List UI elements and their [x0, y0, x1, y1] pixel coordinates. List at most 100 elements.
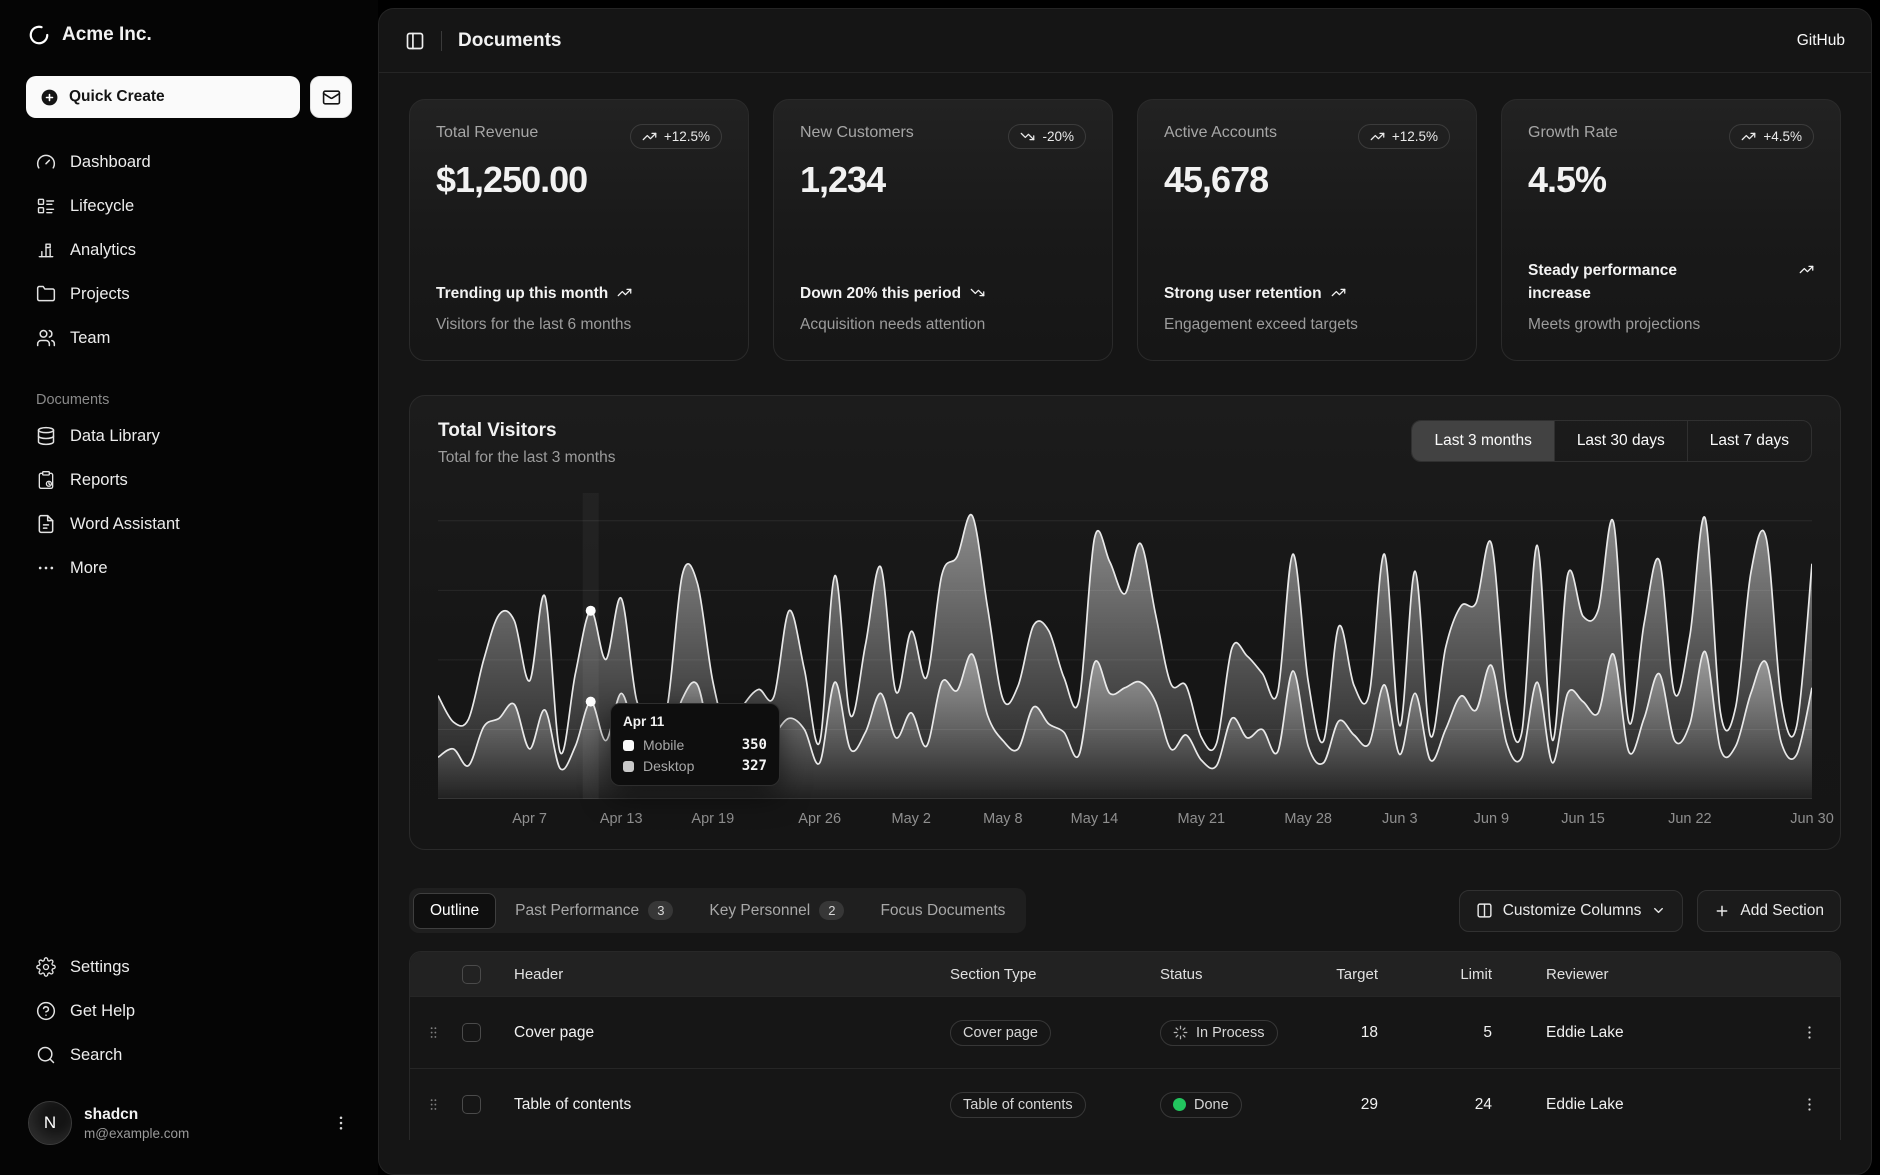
sidebar-item-lifecycle[interactable]: Lifecycle: [26, 184, 352, 228]
sidebar-item-datalib[interactable]: Data Library: [26, 414, 352, 458]
col-status: Status: [1134, 966, 1334, 983]
row-header[interactable]: Table of contents: [500, 1096, 924, 1114]
row-target[interactable]: 18: [1334, 1024, 1430, 1042]
gear-icon: [36, 957, 56, 977]
sidebar-item-label: Projects: [70, 285, 130, 304]
page-title: Documents: [458, 30, 561, 52]
chart-tooltip: Apr 11 Mobile 350 Desktop 327: [610, 703, 780, 786]
github-link[interactable]: GitHub: [1797, 32, 1845, 50]
sidebar-item-label: Search: [70, 1046, 122, 1065]
tab-past-performance[interactable]: Past Performance3: [498, 892, 690, 929]
x-tick: Jun 15: [1561, 811, 1605, 827]
drag-handle[interactable]: [410, 1025, 456, 1040]
metric-label: New Customers: [800, 124, 914, 142]
user-menu-kebab-icon[interactable]: [332, 1114, 350, 1132]
sidebar: Acme Inc. Quick Create Dashboard Lifecyc…: [0, 0, 378, 1175]
row-header[interactable]: Cover page: [500, 1024, 924, 1042]
sidebar-item-label: Settings: [70, 958, 130, 977]
status-badge: In Process: [1160, 1020, 1278, 1046]
add-section-button[interactable]: Add Section: [1697, 890, 1841, 932]
x-tick: Jun 9: [1474, 811, 1509, 827]
metric-footer-line2: Visitors for the last 6 months: [436, 314, 722, 336]
sidebar-item-reports[interactable]: Reports: [26, 458, 352, 502]
x-tick: May 2: [892, 811, 932, 827]
sidebar-item-search[interactable]: Search: [26, 1033, 352, 1077]
sidebar-nav-main: Dashboard Lifecycle Analytics Projects T…: [26, 140, 352, 360]
tab-focus-documents[interactable]: Focus Documents: [863, 893, 1022, 929]
desktop-swatch: [623, 761, 634, 772]
select-all-checkbox[interactable]: [462, 965, 481, 984]
x-tick: Jun 3: [1382, 811, 1417, 827]
chart-card: Total Visitors Total for the last 3 mont…: [409, 395, 1841, 850]
bar-chart-icon: [36, 240, 56, 260]
sections-table: Header Section Type Status Target Limit …: [409, 951, 1841, 1140]
metric-value: $1,250.00: [436, 159, 722, 201]
x-tick: Apr 13: [600, 811, 643, 827]
metric-footer-line1: Trending up this month: [436, 283, 722, 305]
trending-up-icon: [642, 129, 657, 144]
row-limit[interactable]: 24: [1430, 1096, 1542, 1114]
x-tick: May 14: [1071, 811, 1119, 827]
sidebar-item-dashboard[interactable]: Dashboard: [26, 140, 352, 184]
user-menu[interactable]: N shadcn m@example.com: [26, 1095, 352, 1151]
sidebar-item-projects[interactable]: Projects: [26, 272, 352, 316]
sidebar-item-word[interactable]: Word Assistant: [26, 502, 352, 546]
customize-columns-button[interactable]: Customize Columns: [1459, 890, 1684, 932]
table-header-row: Header Section Type Status Target Limit …: [410, 952, 1840, 996]
metric-footer-line2: Meets growth projections: [1528, 314, 1814, 336]
sidebar-item-label: Team: [70, 329, 110, 348]
sidebar-item-label: Word Assistant: [70, 515, 180, 534]
sidebar-item-analytics[interactable]: Analytics: [26, 228, 352, 272]
page-header: Documents GitHub: [379, 9, 1871, 73]
row-limit[interactable]: 5: [1430, 1024, 1542, 1042]
row-actions-kebab[interactable]: [1801, 1024, 1818, 1041]
metric-card-1: Total Revenue +12.5% $1,250.00 Trending …: [409, 99, 749, 361]
tab-key-personnel[interactable]: Key Personnel2: [692, 892, 861, 929]
folder-icon: [36, 284, 56, 304]
sidebar-item-team[interactable]: Team: [26, 316, 352, 360]
status-badge: Done: [1160, 1092, 1242, 1118]
visitors-area-chart[interactable]: Apr 11 Mobile 350 Desktop 327: [438, 493, 1812, 799]
range-toggle-group: Last 3 monthsLast 30 daysLast 7 days: [1411, 420, 1812, 462]
brand[interactable]: Acme Inc.: [26, 20, 352, 50]
sidebar-toggle-button[interactable]: [405, 31, 425, 51]
drag-handle[interactable]: [410, 1097, 456, 1112]
columns-icon: [1476, 902, 1493, 919]
row-actions-kebab[interactable]: [1801, 1096, 1818, 1113]
metric-value: 1,234: [800, 159, 1086, 201]
tab-count-badge: 3: [648, 901, 673, 920]
tooltip-row-desktop: Desktop 327: [623, 758, 767, 774]
row-reviewer[interactable]: Eddie Lake: [1542, 1096, 1782, 1114]
ellipsis-icon: [36, 558, 56, 578]
range-last-7-days[interactable]: Last 7 days: [1687, 421, 1811, 461]
table-body: Cover page Cover page In Process 18 5 Ed…: [410, 996, 1840, 1140]
help-circle-icon: [36, 1001, 56, 1021]
sidebar-item-settings[interactable]: Settings: [26, 945, 352, 989]
sidebar-item-more[interactable]: More: [26, 546, 352, 590]
row-checkbox[interactable]: [462, 1023, 481, 1042]
x-tick: Apr 7: [512, 811, 547, 827]
sidebar-nav-secondary: Settings Get Help Search: [26, 945, 352, 1077]
sidebar-item-help[interactable]: Get Help: [26, 989, 352, 1033]
range-last-30-days[interactable]: Last 30 days: [1554, 421, 1687, 461]
header-divider: [441, 31, 442, 51]
inbox-button[interactable]: [310, 76, 352, 118]
row-checkbox[interactable]: [462, 1095, 481, 1114]
plus-icon: [1714, 903, 1730, 919]
metric-card-3: Active Accounts +12.5% 45,678 Strong use…: [1137, 99, 1477, 361]
sections-tabs: OutlinePast Performance3Key Personnel2Fo…: [409, 888, 1026, 933]
trending-up-icon: [1331, 285, 1346, 300]
tab-count-badge: 2: [819, 901, 844, 920]
row-reviewer[interactable]: Eddie Lake: [1542, 1024, 1782, 1042]
tooltip-date: Apr 11: [623, 714, 767, 729]
metric-label: Active Accounts: [1164, 124, 1277, 142]
quick-create-button[interactable]: Quick Create: [26, 76, 300, 118]
x-tick: Apr 19: [691, 811, 734, 827]
col-reviewer: Reviewer: [1542, 966, 1782, 983]
row-target[interactable]: 29: [1334, 1096, 1430, 1114]
range-last-3-months[interactable]: Last 3 months: [1412, 421, 1553, 461]
file-text-icon: [36, 514, 56, 534]
done-dot-icon: [1173, 1098, 1186, 1111]
col-section-type: Section Type: [924, 966, 1134, 983]
tab-outline[interactable]: Outline: [413, 893, 496, 929]
